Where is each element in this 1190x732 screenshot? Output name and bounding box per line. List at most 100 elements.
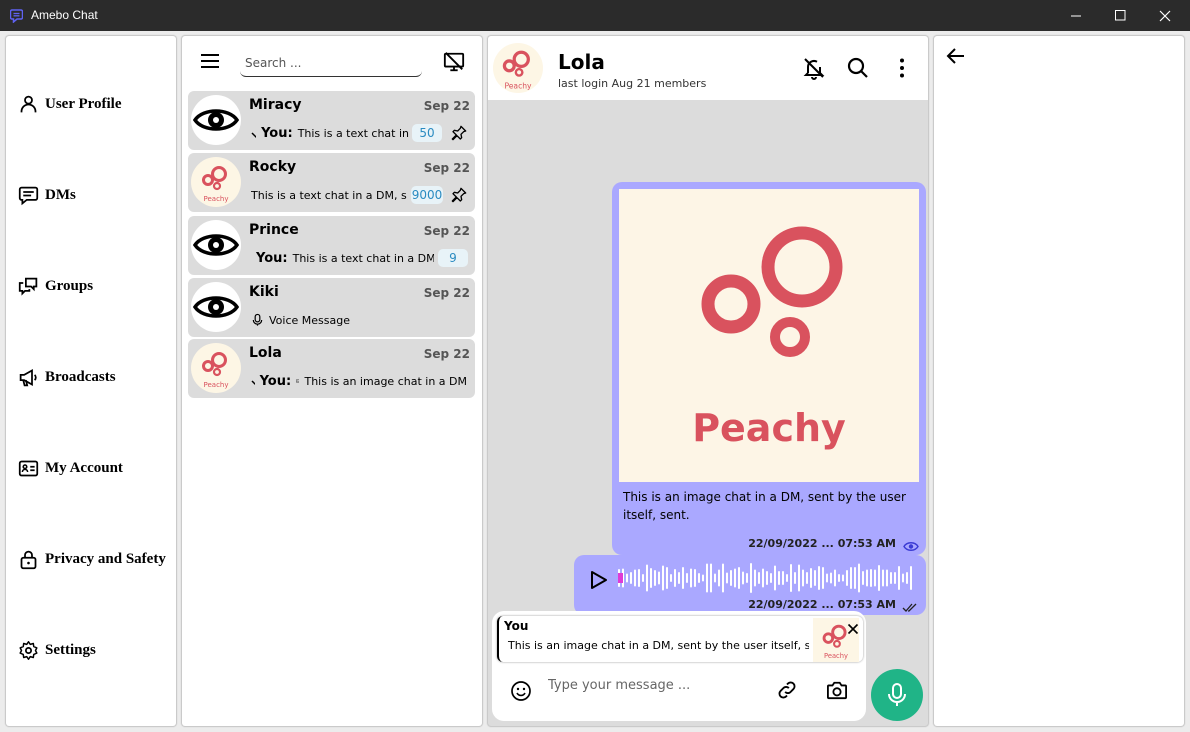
desktop-off-icon[interactable] <box>443 51 465 77</box>
menu-icon[interactable] <box>200 53 220 73</box>
message-bubble-voice[interactable]: 22/09/2022 ... 07:53 AM <box>574 555 926 615</box>
message-time: 22/09/2022 ... 07:53 AM <box>748 598 896 611</box>
play-icon[interactable] <box>590 570 608 594</box>
conversation-subtitle: last login Aug 21 members <box>558 77 707 90</box>
message-icon <box>18 186 39 206</box>
record-voice-button[interactable] <box>871 669 923 721</box>
search-icon[interactable] <box>846 56 870 84</box>
chat-date: Sep 22 <box>423 347 470 361</box>
waveform-bar <box>822 567 824 589</box>
chat-date: Sep 22 <box>423 224 470 238</box>
navigation-panel: User Profile DMs Groups Broadcasts My Ac… <box>6 36 176 726</box>
camera-icon[interactable] <box>826 680 848 704</box>
minimize-button[interactable] <box>1053 0 1099 31</box>
chat-list-item[interactable]: Kiki Sep 22 Voice Message <box>188 278 475 337</box>
waveform-bar <box>682 567 684 589</box>
waveform-bar <box>830 572 832 584</box>
waveform-bar <box>890 572 892 584</box>
waveform-bar <box>630 572 632 584</box>
search-input[interactable] <box>240 50 422 77</box>
playhead-marker[interactable] <box>618 573 623 583</box>
emoji-icon[interactable] <box>510 680 532 706</box>
waveform-bar <box>718 569 720 587</box>
waveform-bar <box>662 565 664 591</box>
title-bar: Amebo Chat <box>0 0 1190 31</box>
waveform-bar <box>906 572 908 584</box>
nav-label: Groups <box>45 278 94 294</box>
nav-groups[interactable]: Groups <box>18 276 93 297</box>
waveform-bar <box>754 569 756 587</box>
chat-name: Rocky <box>249 159 297 175</box>
waveform-bar <box>646 564 648 592</box>
waveform-bar <box>746 573 748 583</box>
gear-icon <box>19 641 38 660</box>
avatar: Peachy <box>191 157 241 207</box>
peachy-logo: Peachy <box>202 352 229 389</box>
chat-list-item[interactable]: Miracy Sep 22 You: This is a text chat i… <box>188 91 475 150</box>
waveform-bar <box>642 574 644 582</box>
conversation-title: Lola <box>558 50 605 74</box>
reply-preview[interactable]: You This is an image chat in a DM, sent … <box>497 616 863 662</box>
message-image[interactable]: Peachy <box>619 189 919 482</box>
eye-icon <box>193 234 239 256</box>
waveform-bar <box>802 569 804 587</box>
nav-label: My Account <box>45 460 123 476</box>
waveform-bar <box>654 570 656 586</box>
waveform-bar <box>674 569 676 587</box>
waveform-bar <box>678 572 680 584</box>
maximize-button[interactable] <box>1097 0 1143 31</box>
chat-list-item[interactable]: Prince Sep 22 You: This is a text chat i… <box>188 216 475 275</box>
waveform-bar <box>858 563 860 593</box>
eye-icon <box>903 537 919 556</box>
waveform-bar <box>722 563 724 593</box>
waveform-bar <box>726 572 728 584</box>
nav-broadcasts[interactable]: Broadcasts <box>18 367 116 388</box>
waveform-bar <box>734 568 736 588</box>
notifications-off-icon[interactable] <box>802 56 826 84</box>
waveform-bar <box>626 573 628 583</box>
avatar: Peachy <box>191 343 241 393</box>
chat-list-item[interactable]: Peachy Lola Sep 22 You: This is an image… <box>188 339 475 398</box>
waveform-bar <box>706 563 708 593</box>
waveform-bar <box>742 571 744 585</box>
person-icon <box>20 95 37 113</box>
waveform-bar <box>862 571 864 585</box>
close-icon[interactable] <box>847 620 859 639</box>
waveform-bar <box>854 567 856 589</box>
message-time: 22/09/2022 ... 07:53 AM <box>748 537 896 550</box>
waveform-bar <box>794 572 796 584</box>
close-window-button[interactable] <box>1142 0 1188 31</box>
waveform-bar <box>866 569 868 587</box>
waveform-bar <box>818 566 820 590</box>
you-label: You: <box>256 250 288 266</box>
waveform-bar <box>650 568 652 588</box>
nav-my-account[interactable]: My Account <box>18 458 123 479</box>
pin-icon[interactable] <box>451 187 467 207</box>
waveform-bar <box>810 568 812 588</box>
eye-icon <box>193 109 239 131</box>
chat-list-item[interactable]: Peachy Rocky Sep 22 This is a text chat … <box>188 153 475 212</box>
nav-user-profile[interactable]: User Profile <box>18 94 122 115</box>
check-icon <box>251 380 255 385</box>
svg-text:Peachy: Peachy <box>204 195 229 203</box>
avatar[interactable]: Peachy <box>493 43 543 93</box>
voice-waveform[interactable] <box>618 562 918 594</box>
waveform-bar <box>666 567 668 589</box>
waveform-bar <box>790 564 792 592</box>
waveform-bar <box>730 570 732 586</box>
back-arrow-icon[interactable] <box>946 47 966 69</box>
more-options-icon[interactable] <box>890 56 914 84</box>
nav-settings[interactable]: Settings <box>18 640 96 661</box>
nav-label: Privacy and Safety <box>45 551 166 567</box>
preview-text: This is an image chat in a DM <box>304 374 467 388</box>
message-bubble-image[interactable]: Peachy This is an image chat in a DM, se… <box>612 182 926 555</box>
avatar <box>191 282 241 332</box>
pin-icon[interactable] <box>451 125 467 145</box>
message-input[interactable] <box>548 672 748 698</box>
waveform-bar <box>710 563 712 593</box>
nav-dms[interactable]: DMs <box>18 185 76 206</box>
chat-preview: You: This is a text chat in a DM <box>251 249 434 267</box>
waveform-bar <box>782 571 784 585</box>
nav-privacy-and-safety[interactable]: Privacy and Safety <box>18 549 166 570</box>
attach-link-icon[interactable] <box>776 679 798 705</box>
